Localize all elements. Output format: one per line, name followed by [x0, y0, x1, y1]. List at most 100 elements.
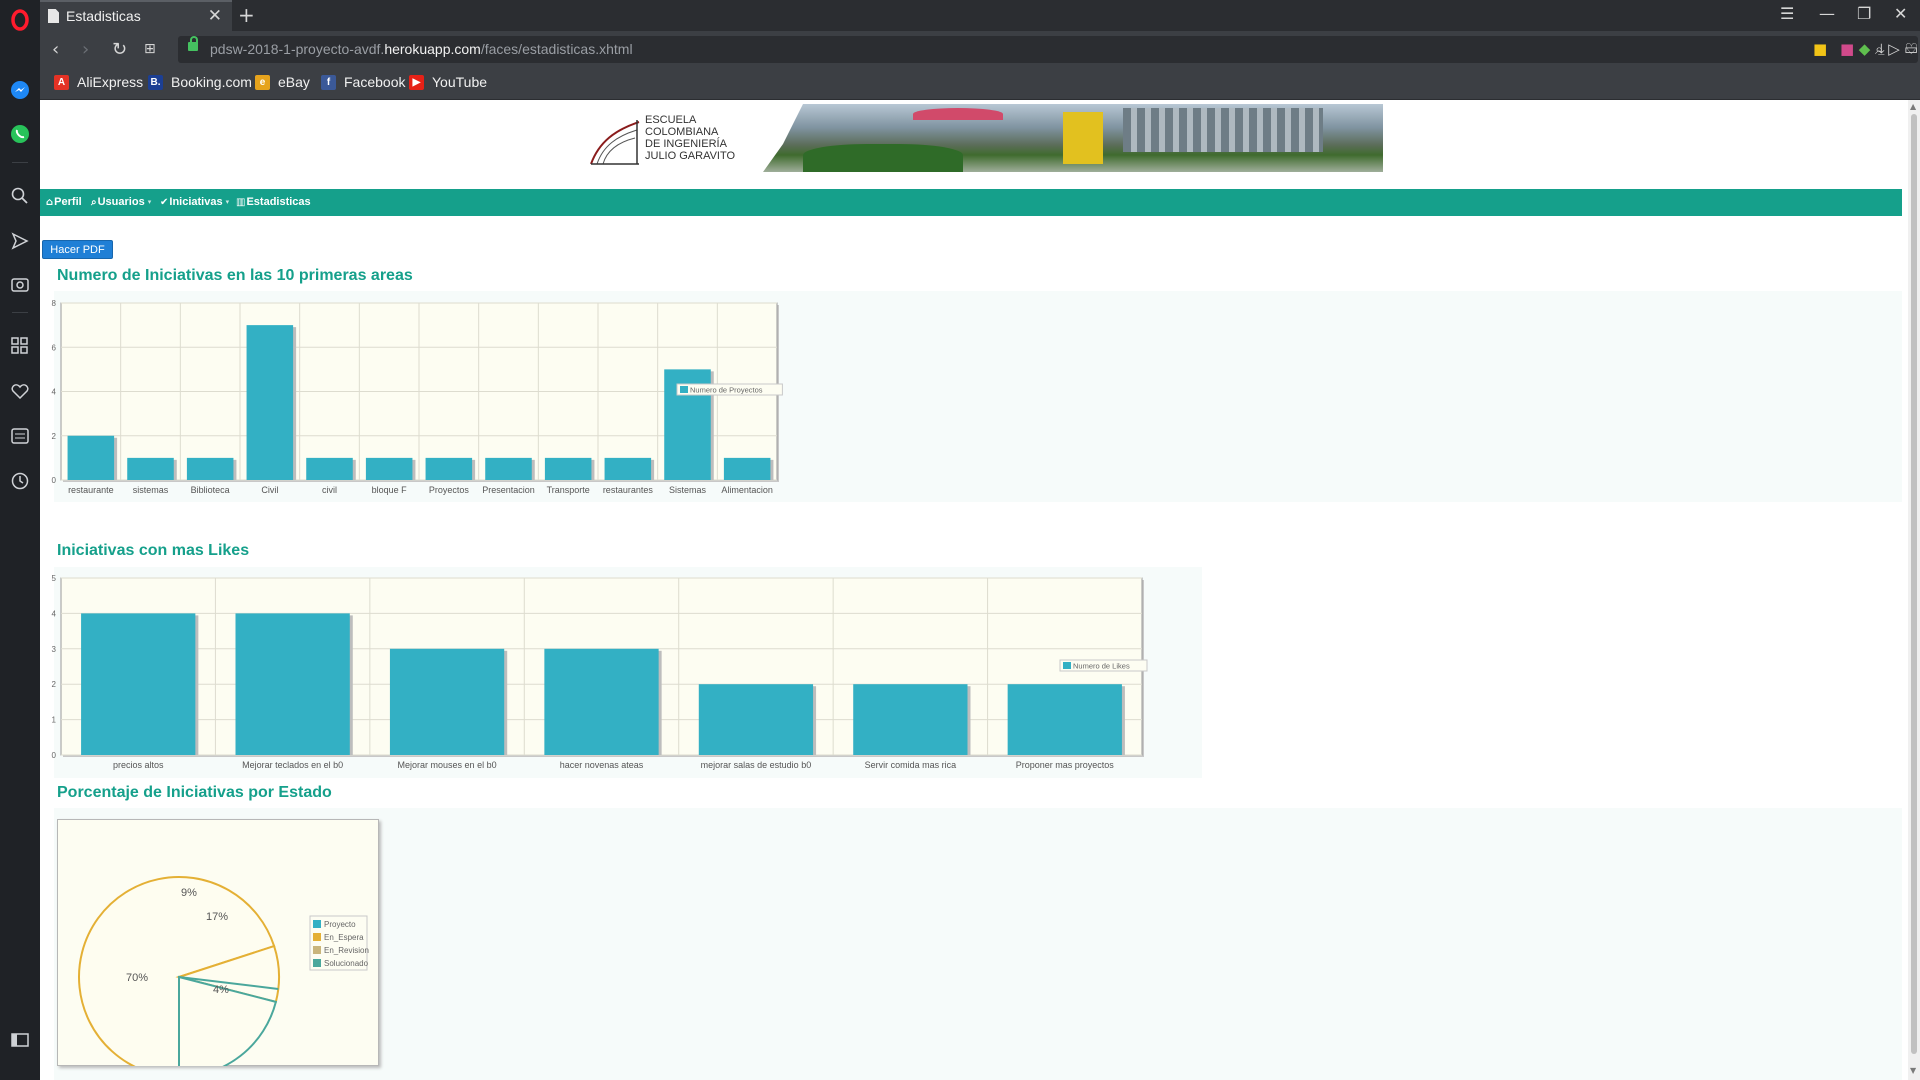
address-bar[interactable]: pdsw-2018-1-proyecto-avdf.herokuapp.com/… [178, 36, 1918, 63]
opera-logo-icon[interactable] [8, 8, 32, 32]
chart1-bar [853, 684, 968, 755]
bookmark-ebay[interactable]: e eBay [255, 74, 310, 90]
lock-icon[interactable] [188, 36, 198, 51]
chart0-x-tick-label: Civil [261, 485, 278, 495]
bookmark-youtube[interactable]: ▶ YouTube [409, 74, 487, 90]
chart0-bar [306, 457, 353, 480]
school-banner: ESCUELA COLOMBIANA DE INGENIERÍA JULIO G… [583, 104, 1383, 172]
chart0-y-tick-label: 6 [52, 343, 57, 352]
history-clock-icon[interactable] [8, 469, 32, 493]
speed-dial-icon[interactable] [8, 334, 32, 358]
extension-yellow-icon[interactable]: ■ [1813, 40, 1827, 58]
chart1-y-tick-label: 5 [52, 574, 57, 583]
pie-slice-label: 70% [126, 972, 148, 984]
restore-icon[interactable]: ❐ [1857, 4, 1871, 23]
school-name: ESCUELA COLOMBIANA DE INGENIERÍA JULIO G… [645, 114, 736, 162]
chart0-x-tick-label: Biblioteca [191, 485, 230, 495]
chart0-x-tick-label: restaurante [68, 485, 114, 495]
chevron-down-icon: ▾ [225, 198, 230, 206]
downloads-icon[interactable]: ⤓ [1878, 40, 1885, 58]
booking-icon: B. [148, 74, 163, 90]
chart0-bar [485, 457, 532, 480]
sidebar-toggle-icon[interactable] [8, 1028, 32, 1052]
chart0-x-tick-label: Transporte [547, 485, 590, 495]
pie-slice-label: 17% [206, 911, 228, 923]
web-page: ESCUELA COLOMBIANA DE INGENIERÍA JULIO G… [40, 100, 1908, 1080]
chart0-x-tick-label: Sistemas [669, 485, 707, 495]
pie-legend-swatch [313, 933, 321, 941]
chart0-x-tick-label: Proyectos [429, 485, 470, 495]
extension-pink-icon[interactable]: ■ [1840, 40, 1854, 58]
menu-item-estadisticas[interactable]: ▥ Estadisticas [236, 196, 311, 208]
bookmark-facebook[interactable]: f Facebook [321, 74, 405, 90]
chart0-x-tick-label: Alimentacion [721, 485, 773, 495]
url-text[interactable]: pdsw-2018-1-proyecto-avdf.herokuapp.com/… [210, 41, 633, 57]
flow-send-icon[interactable] [8, 229, 32, 253]
pie-legend-label: Solucionado [324, 959, 369, 968]
ebay-icon: e [255, 74, 270, 90]
estado-chart-title: Porcentaje de Iniciativas por Estado [57, 784, 332, 801]
scroll-up-icon[interactable]: ▲ [1910, 102, 1916, 111]
close-tab-icon[interactable]: ✕ [208, 6, 222, 26]
back-icon[interactable]: ‹ [52, 39, 59, 60]
bookmarks-heart-icon[interactable] [8, 379, 32, 403]
forward-icon[interactable]: › [82, 39, 89, 60]
chart1-bar [698, 684, 814, 755]
search-icon: ⌕ [91, 196, 97, 208]
news-icon[interactable] [8, 424, 32, 448]
snapshot-camera-icon[interactable] [8, 272, 32, 296]
bookmark-aliexpress[interactable]: A AliExpress [54, 74, 143, 90]
whatsapp-icon[interactable] [8, 122, 32, 146]
pie-legend-swatch [313, 946, 321, 954]
bookmark-label: AliExpress [77, 74, 144, 90]
chart1-x-tick-label: Proponer mas proyectos [1016, 760, 1115, 770]
messenger-icon[interactable] [8, 78, 32, 102]
chart0-x-tick-label: bloque F [372, 485, 408, 495]
active-tab[interactable]: Estadisticas ✕ [40, 0, 232, 31]
extension-cube-icon[interactable]: ◆ [1859, 40, 1871, 58]
minimize-icon[interactable]: — [1819, 4, 1835, 23]
chart1-y-tick-label: 4 [52, 609, 57, 618]
menu-item-iniciativas[interactable]: ✔ Iniciativas ▾ [160, 196, 229, 208]
chart1-bar [544, 648, 659, 755]
reload-icon[interactable]: ↻ [112, 39, 127, 60]
close-window-icon[interactable]: ✕ [1894, 4, 1907, 23]
check-icon: ✔ [160, 196, 169, 208]
chart0-y-tick-label: 4 [52, 388, 57, 397]
chart0-y-tick-label: 2 [52, 432, 57, 441]
bookmark-label: Booking.com [171, 74, 252, 90]
search-icon[interactable] [8, 184, 32, 208]
chart0-x-tick-label: civil [322, 485, 337, 495]
chart1-y-tick-label: 3 [52, 645, 57, 654]
tabs-grid-icon[interactable]: ⊞ [144, 41, 156, 57]
bookmark-booking[interactable]: B. Booking.com [148, 74, 252, 90]
aliexpress-icon: A [54, 74, 69, 90]
main-menubar: ⌂ Perfil ⌕ Usuarios ▾ ✔ Iniciativas ▾ ▥ Estadi… [40, 189, 1902, 216]
tab-menu-icon[interactable]: ☰ [1780, 4, 1794, 23]
scrollbar-thumb[interactable] [1911, 114, 1917, 1054]
sidebar-divider [12, 312, 28, 313]
chevron-down-icon: ▾ [147, 198, 152, 206]
chart1-x-tick-label: Mejorar mouses en el b0 [398, 760, 497, 770]
menu-item-perfil[interactable]: ⌂ Perfil [46, 196, 82, 208]
pie-legend-label: Proyecto [324, 920, 356, 929]
pie-legend-label: En_Espera [324, 933, 364, 942]
chart1-bar [235, 613, 350, 755]
chart0-legend-swatch [680, 386, 688, 393]
chart1-y-tick-label: 1 [52, 716, 57, 725]
chart0-bar [365, 457, 413, 480]
send-to-flow-icon[interactable]: ▷ [1888, 40, 1900, 58]
menu-item-usuarios[interactable]: ⌕ Usuarios ▾ [91, 196, 151, 208]
likes-chart-title: Iniciativas con mas Likes [57, 542, 250, 559]
new-tab-icon[interactable]: + [238, 3, 255, 27]
battery-saver-icon[interactable]: ▭ [1904, 40, 1918, 58]
pie-legend-swatch [313, 920, 321, 928]
page-scrollbar[interactable]: ▲ ▼ [1908, 100, 1920, 1080]
campus-photo [763, 104, 1383, 172]
chart1-y-tick-label: 0 [52, 751, 57, 760]
chart0-bar [67, 435, 115, 480]
make-pdf-button[interactable]: Hacer PDF [42, 240, 113, 259]
garden [803, 144, 963, 172]
scroll-down-icon[interactable]: ▼ [1910, 1066, 1916, 1075]
umbrella [913, 108, 1003, 120]
